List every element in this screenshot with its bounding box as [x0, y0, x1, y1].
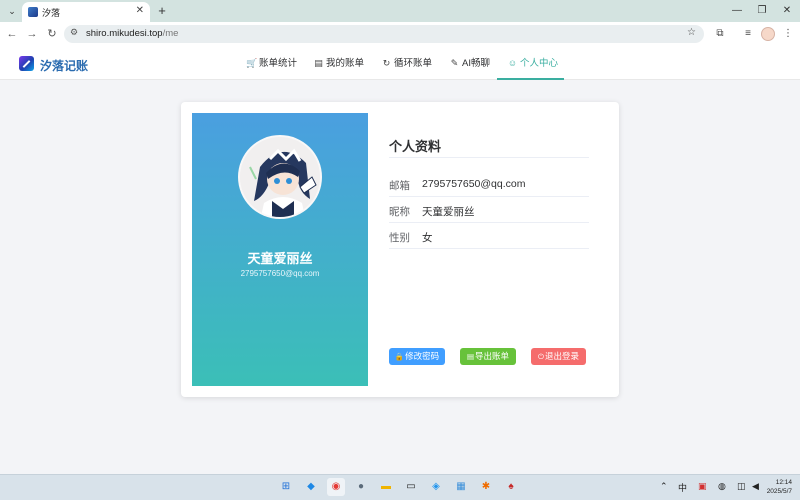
- app-logo-text: 汐落记账: [40, 59, 89, 73]
- restore-icon[interactable]: ❐: [751, 2, 773, 20]
- profile-side-panel: 天童爱丽丝 2795757650@qq.com: [192, 113, 368, 386]
- profile-email: 2795757650@qq.com: [240, 269, 320, 278]
- menu-kebab-icon[interactable]: ⋮: [780, 26, 796, 42]
- back-arrow-icon[interactable]: ←: [4, 26, 20, 42]
- file-explorer-icon[interactable]: ▬: [377, 478, 395, 496]
- cart-icon: 🛒: [246, 58, 258, 68]
- browser-toolbar: ← → ↻ ⚙ shiro.mikudesi.top/me ☆ ⧉ ≡ ⋮: [0, 22, 800, 46]
- tray-app-icon[interactable]: ▣: [698, 481, 707, 492]
- reading-list-icon[interactable]: ≡: [740, 26, 756, 42]
- ime-indicator[interactable]: 中: [678, 481, 687, 494]
- tab-title: 汐落: [42, 8, 61, 18]
- app-icon[interactable]: ♠: [502, 478, 520, 496]
- new-tab-button[interactable]: +: [154, 2, 170, 20]
- nav-item-recurring-bills[interactable]: ↻ 循环账单: [381, 46, 432, 80]
- user-icon: ☺: [507, 58, 518, 68]
- forward-arrow-icon[interactable]: →: [24, 26, 40, 42]
- lock-icon: 🔒: [394, 352, 405, 361]
- refresh-icon: ↻: [382, 58, 391, 68]
- tab-favicon-icon: [28, 7, 38, 17]
- info-value-email: 2795757650@qq.com: [422, 178, 526, 190]
- close-window-icon[interactable]: ✕: [776, 2, 798, 20]
- tab-close-icon[interactable]: ✕: [136, 5, 144, 16]
- app-icon[interactable]: ●: [352, 478, 370, 496]
- windows-taskbar: ⊞ ◆ ◉ ● ▬ ▭ ◈ ▦ ✱ ♠ ⌃ 中 ▣ ◍ ◫ ◀ 12:14 20…: [0, 474, 800, 500]
- profile-avatar: [238, 135, 322, 219]
- info-value-nickname: 天童爱丽丝: [422, 206, 475, 218]
- system-clock[interactable]: 12:14 2025/5/7: [767, 478, 792, 496]
- info-row-gender: 性别 女: [389, 223, 589, 249]
- info-label-email: 邮箱: [389, 180, 410, 192]
- profile-card: 天童爱丽丝 2795757650@qq.com 个人资料 邮箱 27957576…: [181, 102, 619, 397]
- avatar-illustration: [240, 137, 320, 217]
- change-password-button[interactable]: 🔒修改密码: [389, 348, 445, 365]
- logout-button[interactable]: ⏻退出登录: [531, 348, 586, 365]
- address-bar[interactable]: ⚙ shiro.mikudesi.top/me ☆: [64, 25, 704, 43]
- tray-app-icon[interactable]: ◍: [718, 481, 726, 492]
- docker-icon[interactable]: ◈: [427, 478, 445, 496]
- site-info-icon[interactable]: ⚙: [70, 27, 78, 38]
- url-text[interactable]: shiro.mikudesi.top/me: [86, 28, 178, 39]
- chrome-icon[interactable]: ◉: [327, 478, 345, 496]
- nav-item-bill-stats[interactable]: 🛒 账单统计: [246, 46, 297, 80]
- speaker-icon[interactable]: ◀: [752, 481, 759, 492]
- minimize-icon[interactable]: —: [726, 2, 748, 20]
- nav-item-ai-chat[interactable]: ✎ AI畅聊: [449, 46, 490, 80]
- extensions-puzzle-icon[interactable]: ⧉: [712, 26, 728, 42]
- tab-search-chevron-icon[interactable]: ⌄: [4, 3, 20, 19]
- info-label-gender: 性别: [389, 232, 410, 244]
- info-row-nickname: 昵称 天童爱丽丝: [389, 197, 589, 223]
- nav-item-personal-center[interactable]: ☺ 个人中心: [497, 46, 564, 80]
- pen-icon: ✎: [450, 58, 459, 68]
- browser-tabstrip: ⌄ 汐落 ✕ + — ❐ ✕: [0, 0, 800, 22]
- app-header: 汐落记账 🛒 账单统计 ▤ 我的账单 ↻ 循环账单 ✎ AI畅聊 ☺ 个人中心: [0, 46, 800, 80]
- document-icon: ▤: [466, 352, 475, 361]
- tray-chevron-icon[interactable]: ⌃: [660, 481, 668, 492]
- title-divider: [389, 157, 589, 158]
- app-icon[interactable]: ✱: [477, 478, 495, 496]
- info-value-gender: 女: [422, 232, 433, 244]
- app-logo-icon: [19, 56, 34, 71]
- notes-app-icon[interactable]: ▦: [452, 478, 470, 496]
- vscode-icon[interactable]: ◆: [302, 478, 320, 496]
- windows-start-icon[interactable]: ⊞: [277, 478, 295, 496]
- info-label-nickname: 昵称: [389, 206, 410, 218]
- browser-tab[interactable]: 汐落 ✕: [22, 2, 150, 22]
- export-bills-button[interactable]: ▤导出账单: [460, 348, 516, 365]
- profile-details: 个人资料 邮箱 2795757650@qq.com 昵称 天童爱丽丝 性别 女 …: [389, 113, 589, 386]
- terminal-icon[interactable]: ▭: [402, 478, 420, 496]
- reload-icon[interactable]: ↻: [44, 26, 60, 42]
- nav-item-my-bills[interactable]: ▤ 我的账单: [313, 46, 364, 80]
- profile-name: 天童爱丽丝: [247, 251, 313, 266]
- power-icon: ⏻: [538, 352, 544, 361]
- document-icon: ▤: [314, 58, 323, 68]
- section-title: 个人资料: [389, 139, 442, 154]
- bookmark-star-icon[interactable]: ☆: [687, 27, 696, 38]
- info-row-email: 邮箱 2795757650@qq.com: [389, 171, 589, 197]
- browser-profile-avatar[interactable]: [761, 27, 775, 41]
- tray-app-icon[interactable]: ◫: [737, 481, 746, 492]
